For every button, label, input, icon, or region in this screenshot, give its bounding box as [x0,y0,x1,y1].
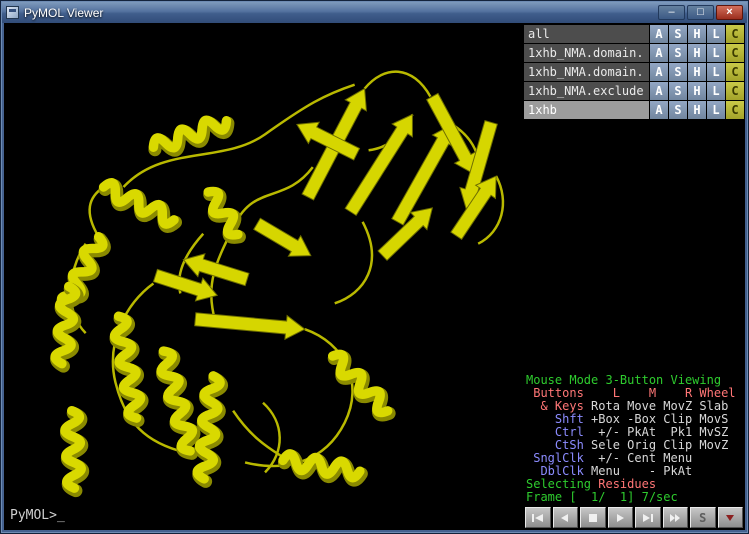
action-menu-button[interactable]: A [650,25,668,43]
object-name[interactable]: all [524,25,649,43]
show-menu-button[interactable]: S [669,25,687,43]
object-name[interactable]: 1xhb_NMA.domain. [524,63,649,81]
step-forward-icon [641,513,655,523]
movie-fast-forward-button[interactable] [663,507,689,528]
window-title: PyMOL Viewer [24,6,653,20]
show-menu-button[interactable]: S [669,63,687,81]
app-icon[interactable] [6,6,19,19]
action-menu-button[interactable]: A [650,101,668,119]
object-list: all A S H L C 1xhb_NMA.domain. A S H L C… [524,25,744,120]
color-menu-button[interactable]: C [726,25,744,43]
scene-button-label: S [699,511,706,525]
color-menu-button[interactable]: C [726,63,744,81]
movie-play-button[interactable] [608,507,634,528]
pymol-window: PyMOL Viewer – □ × PyMOL>_ all A S H L C [0,0,749,534]
object-name[interactable]: 1xhb_NMA.domain. [524,44,649,62]
client-area: PyMOL>_ all A S H L C 1xhb_NMA.domain. A… [4,23,745,530]
hide-menu-button[interactable]: H [688,82,706,100]
step-back-icon [558,513,572,523]
minimize-button[interactable]: – [658,5,685,20]
object-row: 1xhb_NMA.domain. A S H L C [524,44,744,62]
color-menu-button[interactable]: C [726,44,744,62]
movie-controls: S [525,507,743,528]
label-menu-button[interactable]: L [707,82,725,100]
menu-down-icon [723,513,737,523]
label-menu-button[interactable]: L [707,44,725,62]
close-button[interactable]: × [716,5,743,20]
movie-scene-button[interactable]: S [690,507,716,528]
show-menu-button[interactable]: S [669,82,687,100]
movie-step-forward-button[interactable] [635,507,661,528]
object-row: 1xhb_NMA.exclude A S H L C [524,82,744,100]
object-name[interactable]: 1xhb_NMA.exclude [524,82,649,100]
action-menu-button[interactable]: A [650,82,668,100]
hide-menu-button[interactable]: H [688,44,706,62]
control-panel: all A S H L C 1xhb_NMA.domain. A S H L C… [523,23,745,530]
show-menu-button[interactable]: S [669,101,687,119]
label-menu-button[interactable]: L [707,63,725,81]
viewport-3d[interactable]: PyMOL>_ [4,23,523,530]
hide-menu-button[interactable]: H [688,25,706,43]
hide-menu-button[interactable]: H [688,63,706,81]
rewind-icon [531,513,545,523]
hide-menu-button[interactable]: H [688,101,706,119]
color-menu-button[interactable]: C [726,101,744,119]
maximize-button[interactable]: □ [687,5,714,20]
mouse-mode-panel: Mouse Mode 3-Button Viewing Buttons L M … [526,374,745,504]
stop-icon [586,513,600,523]
object-row: 1xhb_NMA.domain. A S H L C [524,63,744,81]
show-menu-button[interactable]: S [669,44,687,62]
color-menu-button[interactable]: C [726,82,744,100]
object-row-selected: 1xhb A S H L C [524,101,744,119]
movie-rewind-button[interactable] [525,507,551,528]
titlebar[interactable]: PyMOL Viewer – □ × [2,2,747,23]
action-menu-button[interactable]: A [650,44,668,62]
command-prompt[interactable]: PyMOL>_ [10,508,65,523]
movie-stop-button[interactable] [580,507,606,528]
frame-indicator: Frame [ 1/ 1] 7/sec [526,491,745,504]
play-icon [613,513,627,523]
fast-forward-icon [668,513,682,523]
window-controls: – □ × [658,5,743,20]
movie-menu-button[interactable] [718,507,744,528]
action-menu-button[interactable]: A [650,63,668,81]
object-name[interactable]: 1xhb [524,101,649,119]
object-row: all A S H L C [524,25,744,43]
protein-structure [4,23,523,530]
label-menu-button[interactable]: L [707,101,725,119]
label-menu-button[interactable]: L [707,25,725,43]
movie-step-back-button[interactable] [553,507,579,528]
